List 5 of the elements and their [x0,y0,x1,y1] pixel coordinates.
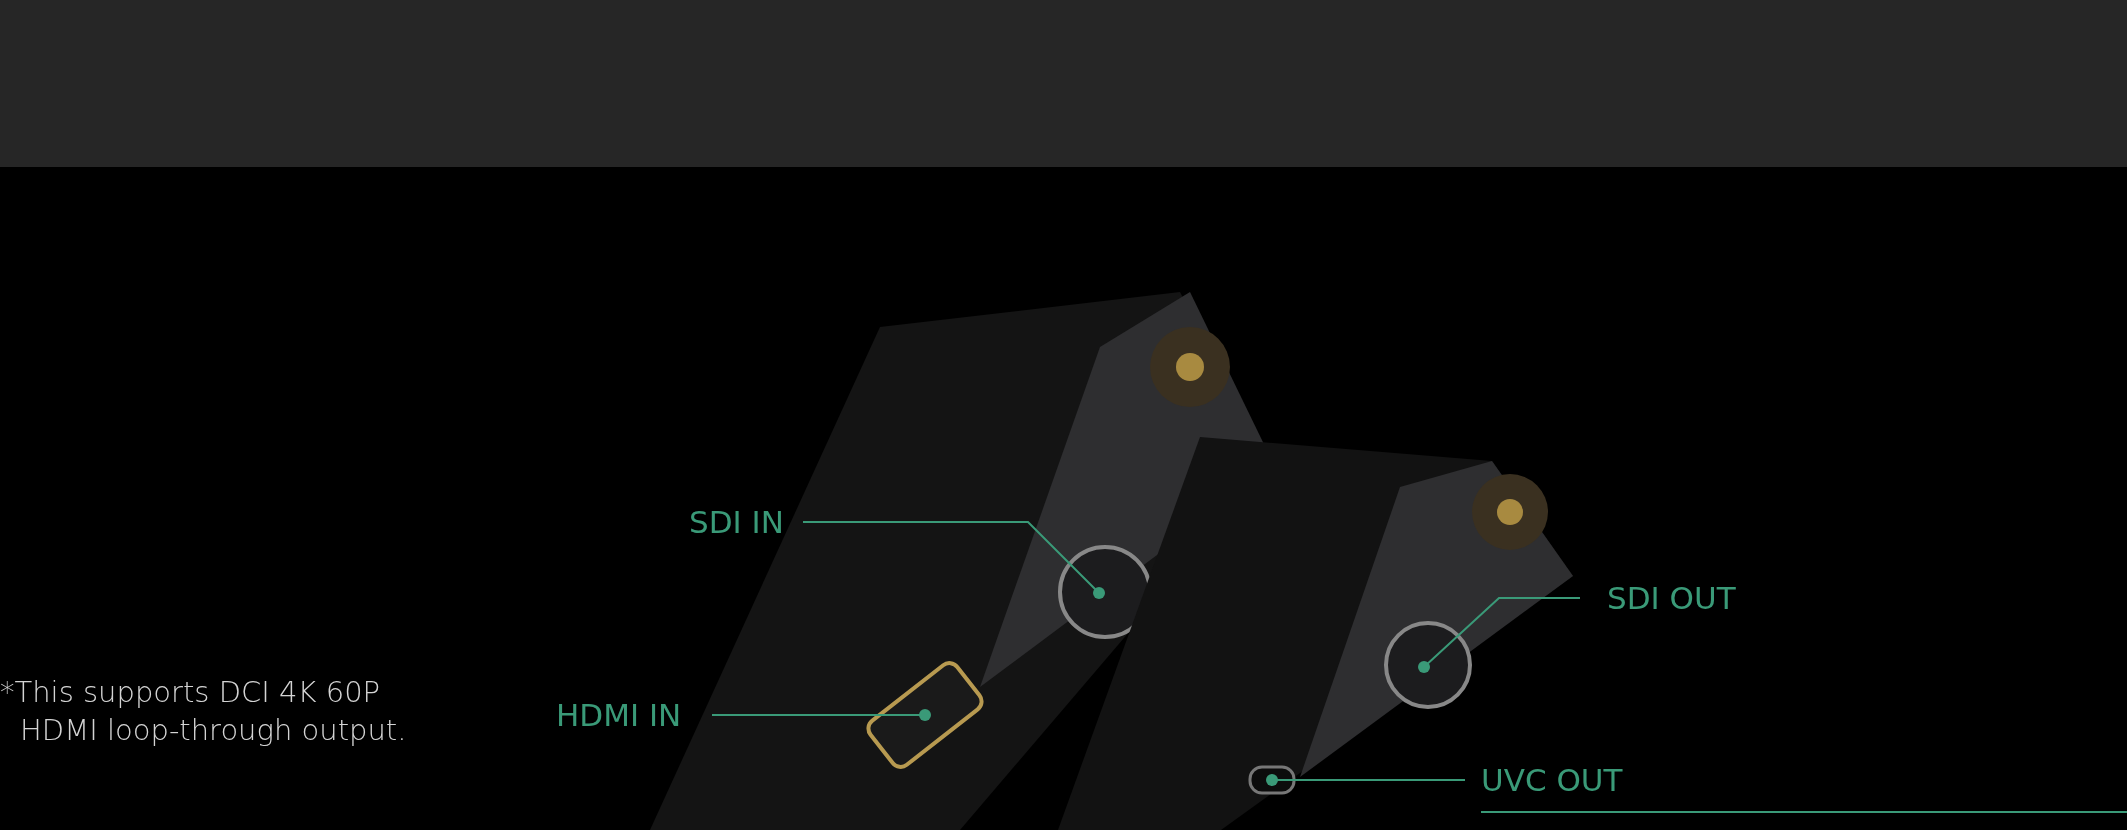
port-label: HDMI IN [556,697,682,733]
port-label: SDI IN [689,504,784,540]
port-label: SDI OUT [1607,580,1736,616]
port-label: UVC OUT [1481,762,1623,798]
footnote: *This supports DCI 4K 60P HDMI loop-through output. [0,674,407,749]
